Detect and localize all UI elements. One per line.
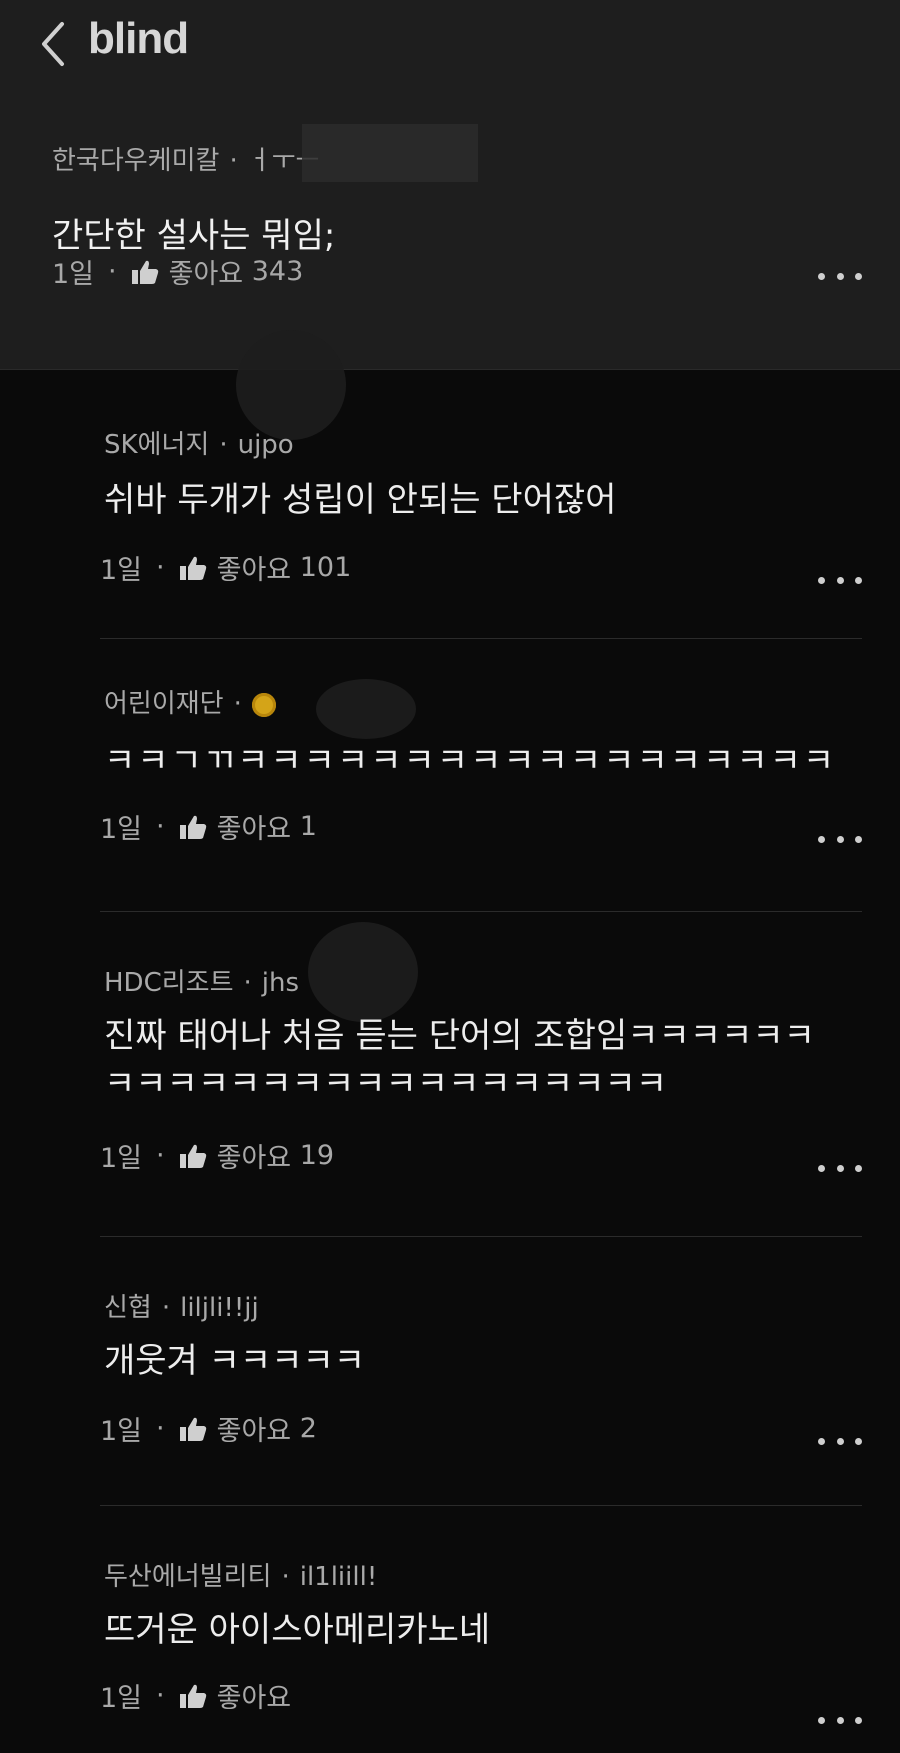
- post-age: 1일: [52, 259, 95, 290]
- more-options-button[interactable]: [818, 1431, 862, 1451]
- avatar-blur: [308, 922, 418, 1022]
- comment-text: 뜨거운 아이스아메리카노네: [104, 1610, 491, 1650]
- more-options-button[interactable]: [818, 1158, 862, 1178]
- comment-meta: SK에너지 · ujpo: [104, 430, 294, 460]
- comment-list: SK에너지 · ujpo 쉬바 두개가 성립이 안되는 단어잖어 1일 · 좋아요 …: [100, 370, 862, 1746]
- comment-meta: 두산에너빌리티 · il1liill!: [104, 1562, 378, 1592]
- company-name: 한국다우케미칼: [52, 146, 220, 176]
- like-button[interactable]: 좋아요 2: [179, 1409, 317, 1448]
- nickname: ujpo: [237, 430, 294, 460]
- like-button[interactable]: 좋아요 1: [179, 807, 317, 846]
- more-dots-icon: [818, 576, 825, 584]
- more-dots-icon: [818, 1437, 825, 1445]
- company-name: 두산에너빌리티: [104, 1562, 272, 1592]
- like-count: 1: [299, 811, 317, 842]
- comment-text: ㅋㅋㄱㄲㅋㅋㅋㅋㅋㅋㅋㅋㅋㅋㅋㅋㅋㅋㅋㅋㅋㅋ: [104, 741, 837, 781]
- comment-item: 신협 · liljli!!jj 개웃겨 ㅋㅋㅋㅋㅋ 1일 · 좋아요 2: [100, 1237, 862, 1506]
- like-label: 좋아요: [216, 814, 292, 845]
- comment-age: 1일: [100, 1683, 143, 1714]
- more-options-button[interactable]: [818, 570, 862, 590]
- comment-footer: 1일 · 좋아요: [100, 1676, 300, 1715]
- comment-footer: 1일 · 좋아요 19: [100, 1136, 334, 1175]
- comment-item: HDC리조트 · jhs 진짜 태어나 처음 듣는 단어의 조합임ㅋㅋㅋㅋㅋㅋㅋㅋㅋ…: [100, 912, 862, 1237]
- nickname: il1liill!: [299, 1562, 378, 1592]
- back-chevron-icon: [42, 22, 64, 66]
- comment-footer: 1일 · 좋아요 1: [100, 807, 317, 846]
- comment-meta: 어린이재단 ·: [104, 683, 276, 720]
- like-label: 좋아요: [216, 1143, 292, 1174]
- back-button[interactable]: [34, 16, 74, 72]
- comment-age: 1일: [100, 1416, 143, 1447]
- like-label: 좋아요: [168, 259, 244, 290]
- company-name: HDC리조트: [104, 968, 234, 998]
- post-footer: 1일 · 좋아요 343: [52, 252, 303, 291]
- company-name: 어린이재단: [104, 689, 224, 719]
- redaction-block: [302, 124, 478, 182]
- like-label: 좋아요: [216, 555, 292, 586]
- comment-item: 어린이재단 · ㅋㅋㄱㄲㅋㅋㅋㅋㅋㅋㅋㅋㅋㅋㅋㅋㅋㅋㅋㅋㅋㅋ 1일 · 좋아요 1: [100, 639, 862, 912]
- more-dots-icon: [818, 272, 825, 280]
- like-button[interactable]: 좋아요 19: [179, 1136, 334, 1175]
- thumbs-up-icon: [179, 1684, 206, 1708]
- more-dots-icon: [818, 1164, 825, 1172]
- like-count: 101: [299, 552, 352, 583]
- comment-age: 1일: [100, 814, 143, 845]
- comment-item: 두산에너빌리티 · il1liill! 뜨거운 아이스아메리카노네 1일 · 좋아요: [100, 1506, 862, 1746]
- like-count: 19: [299, 1140, 335, 1171]
- comment-item: SK에너지 · ujpo 쉬바 두개가 성립이 안되는 단어잖어 1일 · 좋아요 …: [100, 370, 862, 639]
- app-logo[interactable]: blind: [88, 14, 189, 64]
- like-label: 좋아요: [216, 1683, 292, 1714]
- like-count: 2: [299, 1413, 317, 1444]
- comment-text: 쉬바 두개가 성립이 안되는 단어잖어: [104, 480, 617, 520]
- comment-age: 1일: [100, 555, 143, 586]
- avatar-blur: [316, 679, 416, 739]
- app-header: blind: [0, 0, 900, 90]
- comment-age: 1일: [100, 1143, 143, 1174]
- like-count: 343: [251, 256, 304, 287]
- comment-footer: 1일 · 좋아요 2: [100, 1409, 317, 1448]
- comment-text: 진짜 태어나 처음 듣는 단어의 조합임ㅋㅋㅋㅋㅋㅋㅋㅋㅋㅋㅋㅋㅋㅋㅋㅋㅋㅋㅋㅋ…: [104, 1016, 815, 1104]
- post-meta: 한국다우케미칼 · ㅓㅜㅡ: [52, 146, 320, 176]
- thumbs-up-icon: [179, 815, 206, 839]
- comment-meta: 신협 · liljli!!jj: [104, 1293, 259, 1323]
- nickname: jhs: [261, 968, 300, 998]
- nickname: liljli!!jj: [180, 1293, 259, 1323]
- like-label: 좋아요: [216, 1416, 292, 1447]
- thumbs-up-icon: [179, 1417, 206, 1441]
- like-button[interactable]: 좋아요 101: [179, 548, 352, 587]
- post: 한국다우케미칼 · ㅓㅜㅡ 간단한 설사는 뭐임; 1일 · 좋아요 343: [52, 124, 862, 340]
- more-options-button[interactable]: [818, 1710, 862, 1730]
- thumbs-up-icon: [179, 1144, 206, 1168]
- comment-text: 개웃겨 ㅋㅋㅋㅋㅋ: [104, 1341, 366, 1381]
- thumbs-up-icon: [179, 556, 206, 580]
- more-dots-icon: [818, 835, 825, 843]
- more-options-button[interactable]: [818, 829, 862, 849]
- company-name: 신협: [104, 1293, 152, 1323]
- like-button[interactable]: 좋아요 343: [131, 252, 304, 291]
- thumbs-up-icon: [131, 260, 158, 284]
- more-options-button[interactable]: [818, 266, 862, 286]
- company-name: SK에너지: [104, 430, 210, 460]
- badge-icon: [251, 692, 276, 717]
- comment-meta: HDC리조트 · jhs: [104, 968, 300, 998]
- more-dots-icon: [818, 1716, 825, 1724]
- like-button[interactable]: 좋아요: [179, 1676, 300, 1715]
- post-title: 간단한 설사는 뭐임;: [52, 216, 336, 256]
- comment-footer: 1일 · 좋아요 101: [100, 548, 351, 587]
